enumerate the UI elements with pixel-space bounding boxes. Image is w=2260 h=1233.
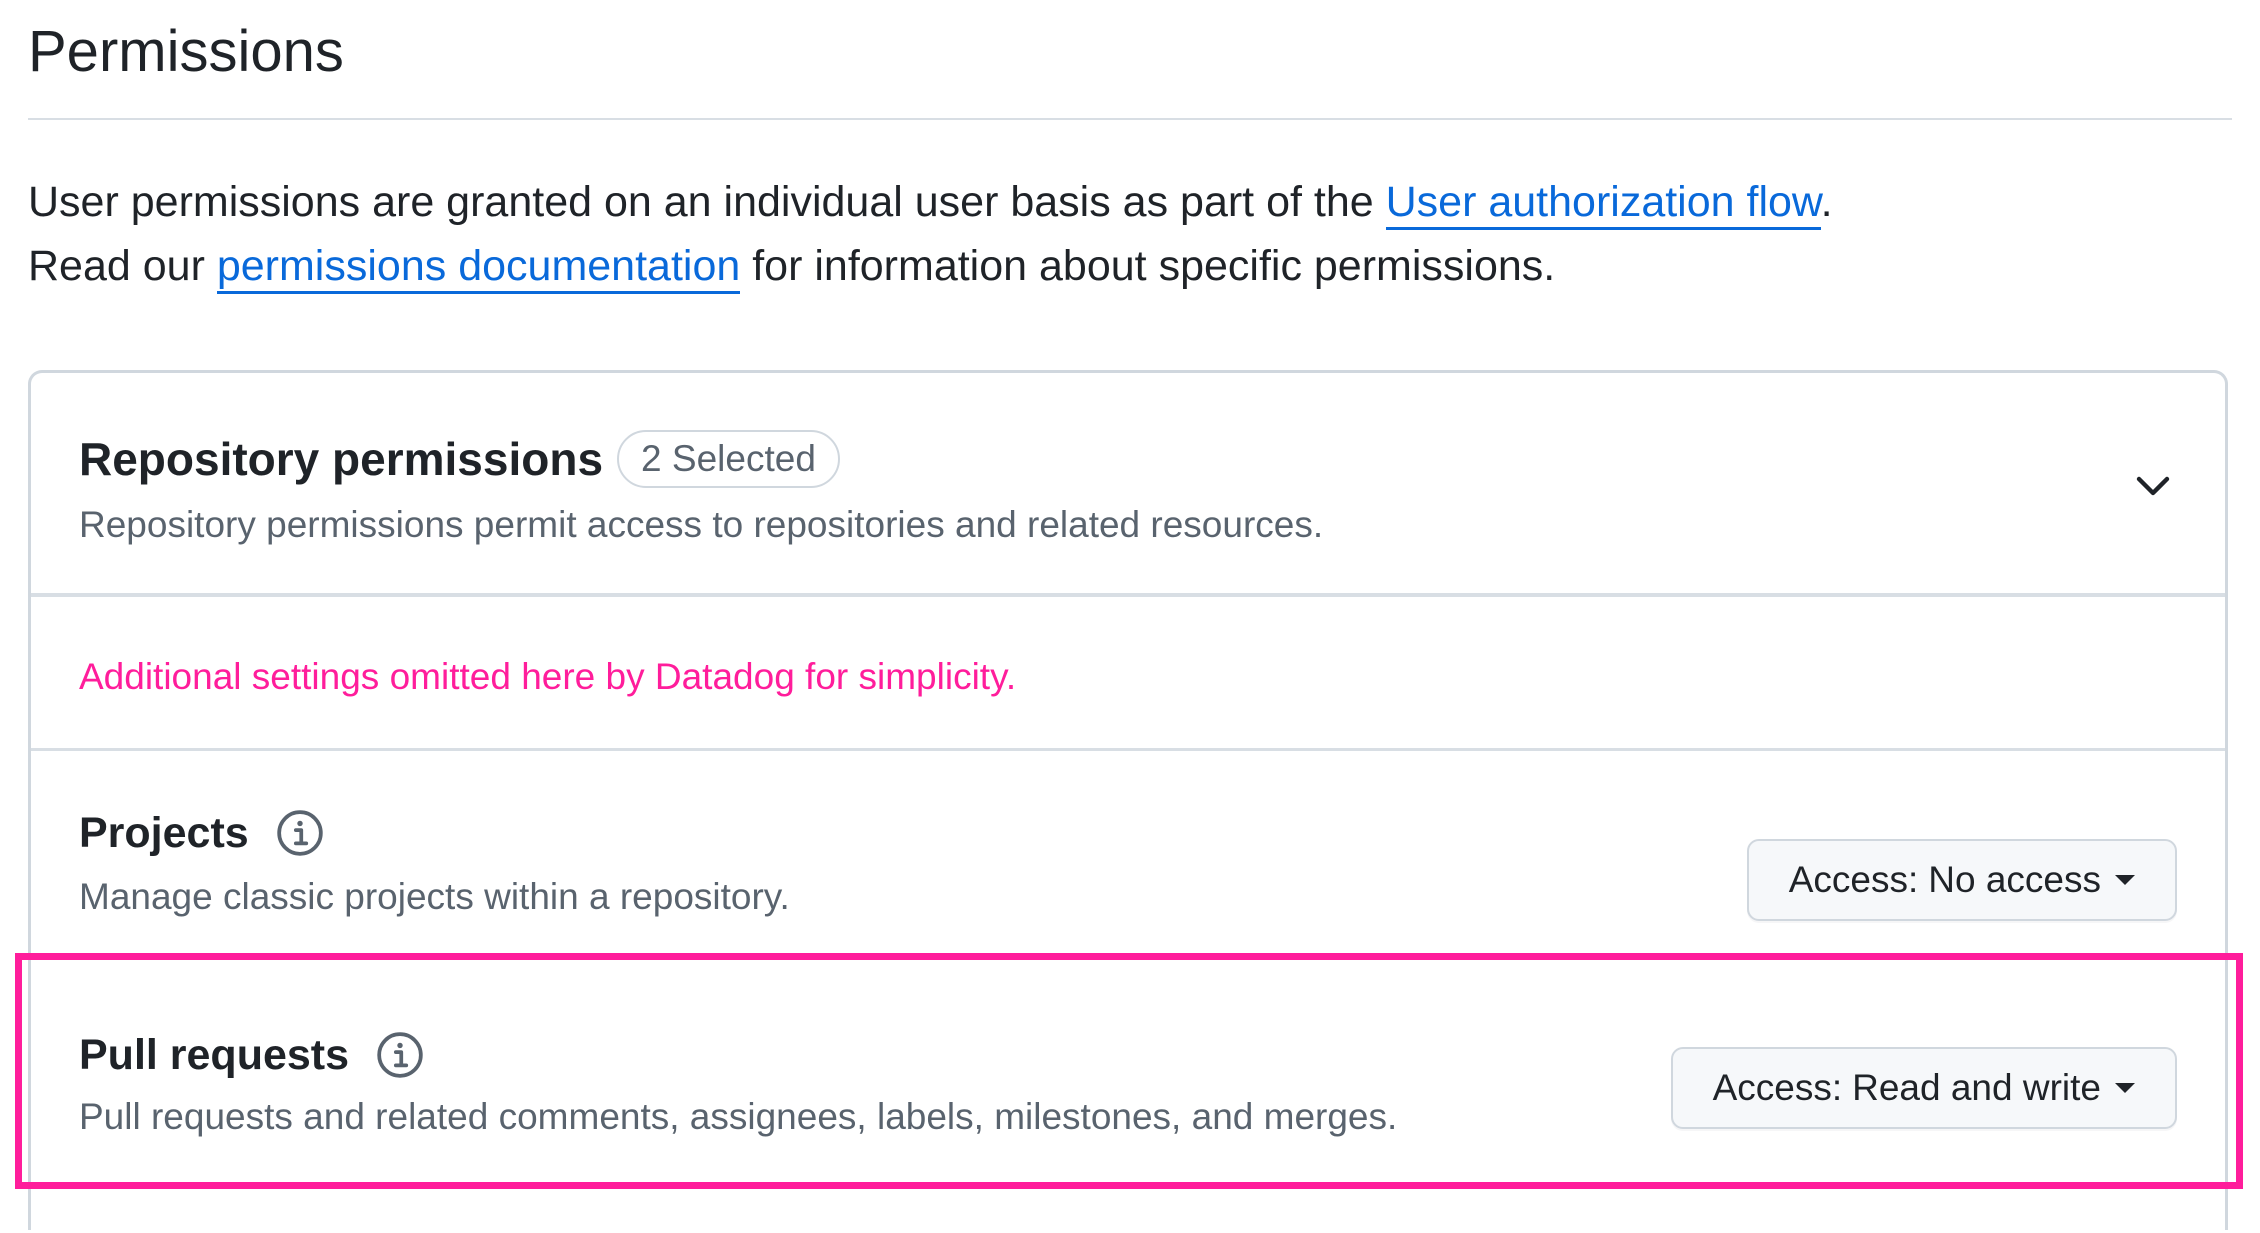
info-icon[interactable]: [275, 808, 325, 858]
permissions-documentation-link[interactable]: permissions documentation: [216, 242, 741, 294]
permission-row-pull-requests: Pull requests Pull requests and related …: [31, 963, 2225, 1233]
repository-permissions-description: Repository permissions permit access to …: [79, 504, 1324, 545]
access-label: Access:: [1712, 1067, 1843, 1108]
selected-count-badge: 2 Selected: [617, 430, 840, 488]
projects-title: Projects: [79, 809, 249, 857]
intro-line-2-prefix: Read our: [28, 242, 217, 290]
pull-requests-title-row: Pull requests: [79, 1025, 425, 1085]
projects-access-dropdown[interactable]: Access: No access: [1746, 839, 2177, 921]
repository-permissions-panel: Repository permissions 2 Selected Reposi…: [15, 370, 2243, 1233]
repository-permissions-title: Repository permissions: [79, 433, 604, 485]
caret-down-icon: [2115, 875, 2135, 885]
chevron-down-icon[interactable]: [2129, 461, 2177, 509]
intro-line-1-prefix: User permissions are granted on an indiv…: [28, 178, 1386, 226]
title-divider: [28, 118, 2232, 120]
omitted-settings-note-row: Additional settings omitted here by Data…: [31, 601, 2225, 751]
caret-down-icon: [2115, 1083, 2135, 1093]
access-value: Read and write: [1852, 1067, 2101, 1108]
pull-requests-access-dropdown[interactable]: Access: Read and write: [1670, 1047, 2177, 1129]
pull-requests-title: Pull requests: [79, 1031, 350, 1079]
info-icon[interactable]: [375, 1030, 425, 1080]
intro-text: User permissions are granted on an indiv…: [28, 170, 1833, 298]
page-title: Permissions: [28, 19, 344, 84]
repository-permissions-title-row: Repository permissions 2 Selected: [79, 427, 840, 491]
access-label: Access:: [1788, 859, 1919, 900]
intro-line-1: User permissions are granted on an indiv…: [28, 170, 1833, 234]
permission-row-projects: Projects Manage classic projects within …: [31, 751, 2225, 963]
intro-line-2-suffix: for information about specific permissio…: [740, 242, 1556, 290]
projects-title-row: Projects: [79, 803, 325, 863]
user-authorization-flow-link[interactable]: User authorization flow: [1385, 178, 1821, 230]
omitted-settings-note: Additional settings omitted here by Data…: [79, 656, 1017, 697]
pull-requests-description: Pull requests and related comments, assi…: [79, 1096, 1398, 1137]
intro-line-2: Read our permissions documentation for i…: [28, 234, 1833, 298]
repository-permissions-header[interactable]: Repository permissions 2 Selected Reposi…: [31, 373, 2225, 597]
intro-line-1-suffix: .: [1820, 178, 1833, 226]
projects-description: Manage classic projects within a reposit…: [79, 876, 790, 917]
access-value: No access: [1928, 859, 2101, 900]
